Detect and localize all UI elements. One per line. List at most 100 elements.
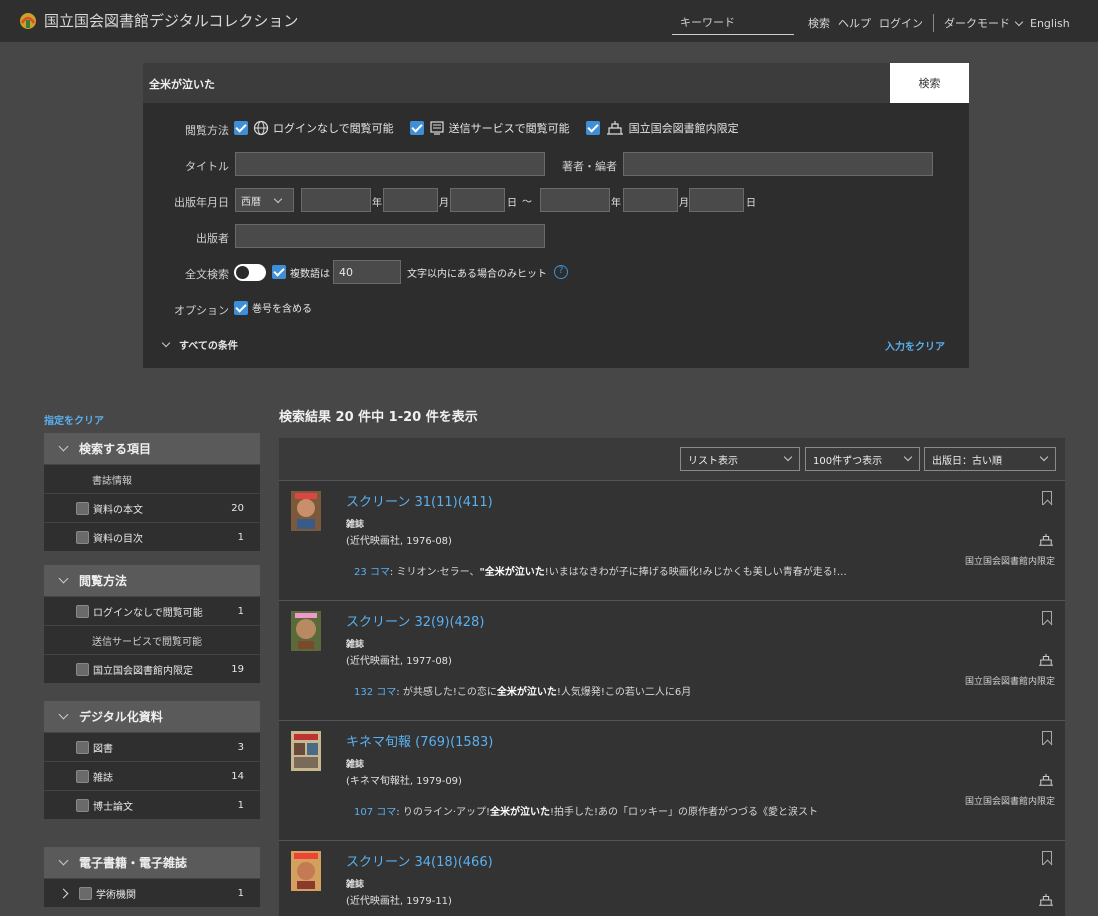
facet-checkbox[interactable] bbox=[79, 886, 92, 900]
from-day-field[interactable] bbox=[450, 188, 505, 212]
result-title-link[interactable]: スクリーン 31(11)(411) bbox=[346, 491, 493, 510]
bookmark-icon[interactable] bbox=[1042, 731, 1052, 745]
to-month-field[interactable] bbox=[623, 188, 678, 212]
results-list: リスト表示 100件ずつ表示 出版日：古い順 スクリーン 31(11)(411)… bbox=[279, 438, 1065, 916]
option-label: オプション bbox=[174, 304, 229, 317]
facet-label: 博士論文 bbox=[93, 801, 133, 813]
sort-select[interactable]: 出版日：古い順 bbox=[924, 447, 1056, 471]
facet-row[interactable]: 博士論文 1 bbox=[44, 790, 260, 819]
facet-label: 送信サービスで閲覧可能 bbox=[92, 636, 202, 648]
to-day-unit: 日 bbox=[746, 198, 756, 209]
author-field[interactable] bbox=[623, 152, 933, 176]
result-item: スクリーン 32(9)(428) 雑誌 (近代映画社, 1977-08) 132… bbox=[279, 600, 1065, 718]
chevron-down-icon bbox=[58, 573, 69, 584]
to-day-field[interactable] bbox=[689, 188, 744, 212]
koma-link[interactable]: 23 コマ bbox=[354, 567, 390, 578]
bookmark-icon[interactable] bbox=[1042, 491, 1052, 505]
facet-ebooks: 電子書籍・電子雑誌 学術機関 1 bbox=[44, 847, 260, 907]
clear-input-link[interactable]: 入力をクリア bbox=[885, 338, 945, 353]
chevron-down-icon bbox=[58, 855, 69, 866]
facet-checkbox[interactable] bbox=[76, 740, 89, 754]
facet-search-fields: 検索する項目 書誌情報 資料の本文 20 資料の目次 1 bbox=[44, 433, 260, 551]
cover-thumbnail[interactable] bbox=[291, 611, 321, 651]
cover-thumbnail[interactable] bbox=[291, 731, 321, 771]
from-month-field[interactable] bbox=[383, 188, 438, 212]
chevron-right-icon[interactable] bbox=[58, 888, 69, 898]
dark-mode-select[interactable]: ダークモード bbox=[944, 15, 1010, 31]
to-year-unit: 年 bbox=[611, 198, 621, 209]
checkbox-login-free[interactable] bbox=[234, 121, 248, 135]
facet-row[interactable]: 書誌情報 bbox=[44, 464, 260, 493]
facet-row[interactable]: 送信サービスで閲覧可能 bbox=[44, 625, 260, 654]
result-title-link[interactable]: スクリーン 34(18)(466) bbox=[346, 851, 493, 870]
facet-header-search-fields[interactable]: 検索する項目 bbox=[44, 433, 260, 464]
keyword-search-input[interactable]: キーワード bbox=[672, 14, 794, 35]
facet-row[interactable]: 資料の目次 1 bbox=[44, 522, 260, 551]
era-select[interactable]: 西暦 bbox=[235, 188, 294, 212]
publisher-field[interactable] bbox=[235, 224, 545, 248]
nav-divider bbox=[933, 14, 934, 32]
facet-row[interactable]: 学術機関 1 bbox=[44, 878, 260, 907]
result-item: キネマ旬報 (769)(1583) 雑誌 (キネマ旬報社, 1979-09) 1… bbox=[279, 720, 1065, 838]
facet-label: 資料の目次 bbox=[93, 533, 143, 545]
facet-row[interactable]: 図書 3 bbox=[44, 732, 260, 761]
nav-help-link[interactable]: ヘルプ bbox=[838, 15, 871, 31]
access-label: 国立国会図書館内限定 bbox=[965, 797, 1056, 807]
facet-row[interactable]: 雑誌 14 bbox=[44, 761, 260, 790]
title-field[interactable] bbox=[235, 152, 545, 176]
facet-count: 19 bbox=[231, 663, 244, 675]
facet-row[interactable]: ログインなしで閲覧可能 1 bbox=[44, 596, 260, 625]
site-logo[interactable]: 国立国会図書館デジタルコレクション bbox=[18, 10, 298, 31]
nav-search-link[interactable]: 検索 bbox=[808, 15, 830, 31]
checkbox-ndl-only[interactable] bbox=[585, 121, 600, 135]
checkbox-transmission[interactable] bbox=[409, 121, 424, 135]
nav-login-link[interactable]: ログイン bbox=[879, 15, 923, 31]
facet-checkbox[interactable] bbox=[76, 662, 89, 676]
chevron-down-icon bbox=[903, 452, 913, 462]
checkbox-include-volume[interactable] bbox=[234, 300, 248, 315]
facet-header-browse-method[interactable]: 閲覧方法 bbox=[44, 565, 260, 596]
facet-header-ebooks[interactable]: 電子書籍・電子雑誌 bbox=[44, 847, 260, 878]
multiword-label: 複数語は bbox=[290, 268, 330, 280]
library-building-icon bbox=[1039, 773, 1053, 786]
all-conditions-toggle[interactable]: すべての条件 bbox=[161, 337, 238, 352]
chevron-down-icon bbox=[1039, 452, 1049, 462]
from-year-field[interactable] bbox=[301, 188, 371, 212]
cover-thumbnail[interactable] bbox=[291, 851, 321, 891]
facet-digitized: デジタル化資料 図書 3 雑誌 14 博士論文 1 bbox=[44, 701, 260, 819]
facet-row[interactable]: 資料の本文 20 bbox=[44, 493, 260, 522]
snippet-text: !拍手した!あの「ロッキー」の原作者がつづる《愛と涙スト bbox=[550, 807, 819, 818]
search-button[interactable]: 検索 bbox=[890, 63, 969, 103]
facet-header-digitized[interactable]: デジタル化資料 bbox=[44, 701, 260, 732]
per-page-select[interactable]: 100件ずつ表示 bbox=[805, 447, 920, 471]
query-input[interactable]: 全米が泣いた bbox=[143, 63, 969, 103]
facet-checkbox[interactable] bbox=[76, 769, 89, 783]
koma-link[interactable]: 107 コマ bbox=[354, 807, 396, 818]
checkbox-multiword[interactable] bbox=[272, 265, 286, 279]
language-link[interactable]: English bbox=[1030, 17, 1070, 30]
result-title-link[interactable]: スクリーン 32(9)(428) bbox=[346, 611, 484, 630]
facet-row[interactable]: 国立国会図書館内限定 19 bbox=[44, 654, 260, 683]
monitor-icon bbox=[430, 121, 444, 135]
chevron-down-icon bbox=[783, 452, 793, 462]
results-toolbar: リスト表示 100件ずつ表示 出版日：古い順 bbox=[279, 438, 1065, 480]
to-year-field[interactable] bbox=[540, 188, 610, 212]
fulltext-toggle[interactable] bbox=[234, 263, 266, 281]
facet-checkbox[interactable] bbox=[76, 604, 89, 618]
chevron-down-icon bbox=[161, 338, 171, 347]
bookmark-icon[interactable] bbox=[1042, 611, 1052, 625]
koma-link[interactable]: 132 コマ bbox=[354, 687, 396, 698]
bookmark-icon[interactable] bbox=[1042, 851, 1052, 865]
result-publisher: (キネマ旬報社, 1979-09) bbox=[346, 776, 462, 787]
facet-checkbox[interactable] bbox=[76, 530, 89, 544]
snippet-text: !いまはなきわが子に捧げる映画化!みじかくも美しい青春が走る!… bbox=[544, 567, 847, 578]
cover-thumbnail[interactable] bbox=[291, 491, 321, 531]
clear-filters-link[interactable]: 指定をクリア bbox=[44, 412, 104, 427]
facet-count: 1 bbox=[237, 531, 244, 543]
result-title-link[interactable]: キネマ旬報 (769)(1583) bbox=[346, 731, 493, 750]
view-mode-select[interactable]: リスト表示 bbox=[680, 447, 800, 471]
facet-checkbox[interactable] bbox=[76, 798, 89, 812]
facet-checkbox[interactable] bbox=[76, 501, 89, 515]
distance-field[interactable]: 40 bbox=[333, 260, 401, 284]
help-question-icon[interactable]: ? bbox=[554, 265, 568, 279]
